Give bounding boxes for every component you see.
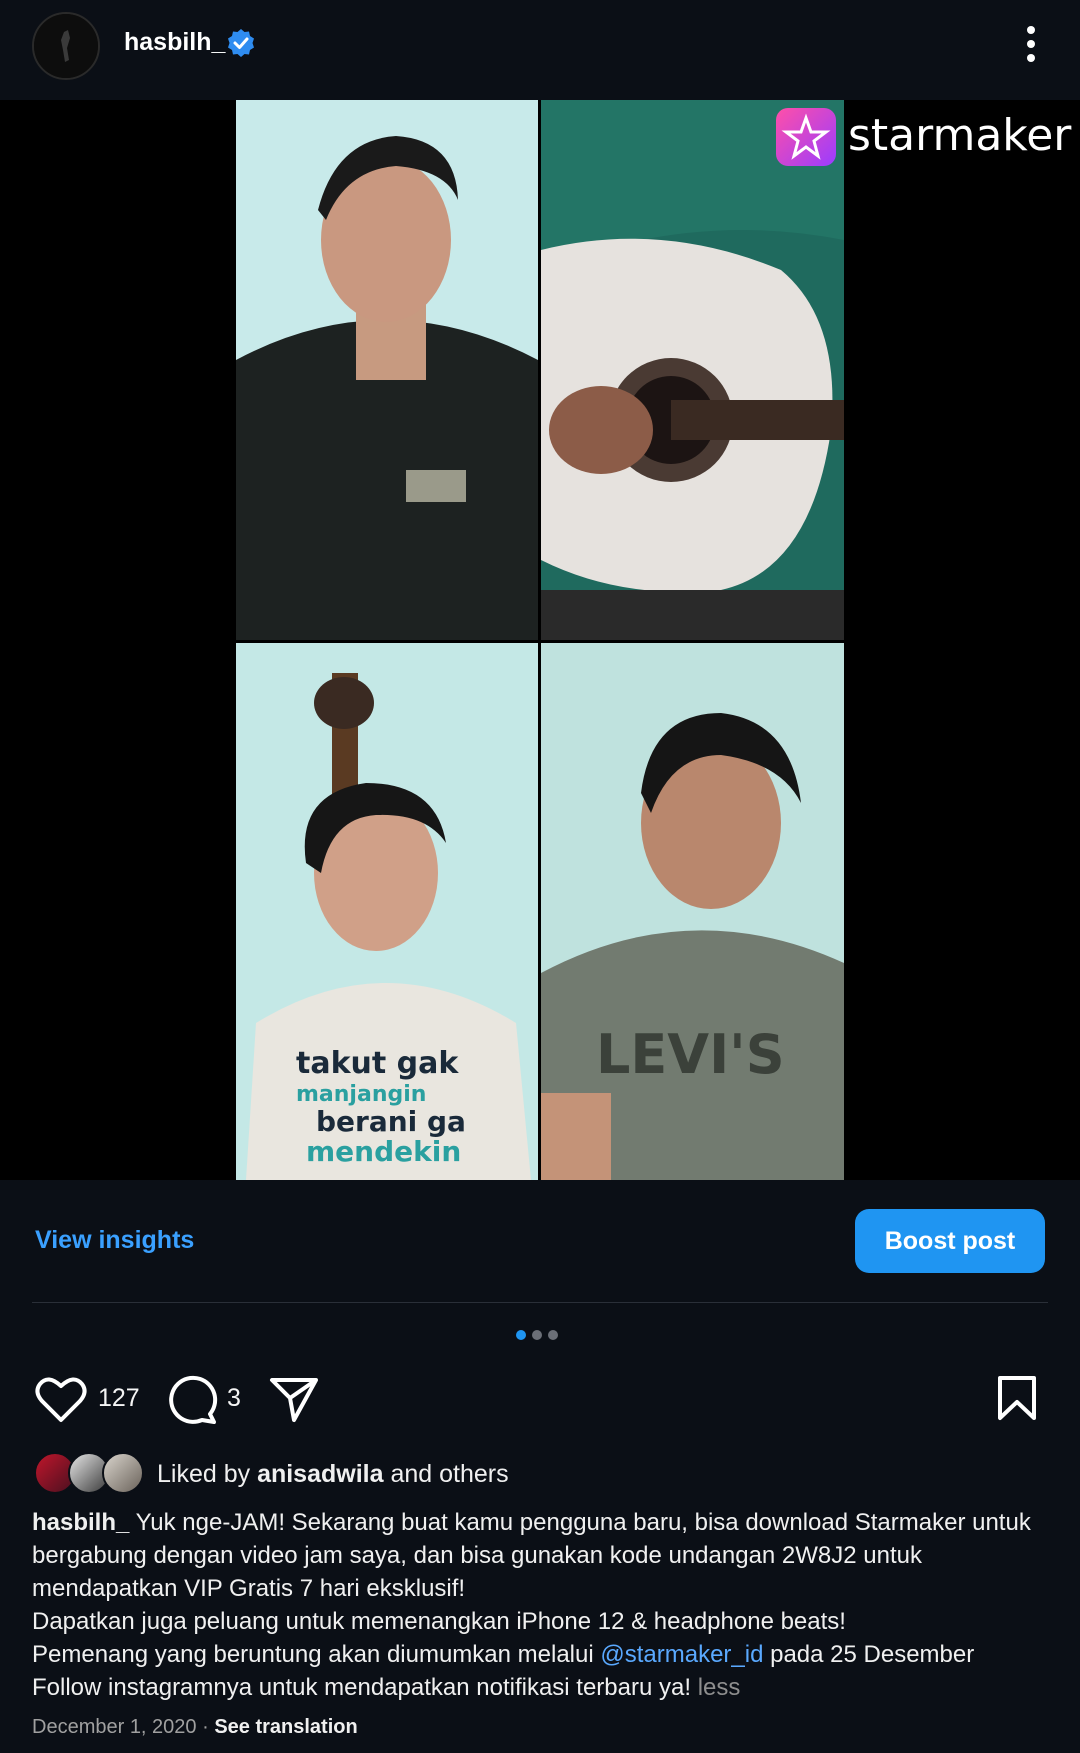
liked-by-user[interactable]: anisadwila [257,1460,383,1488]
video-tile-top-right [541,100,844,640]
heart-icon[interactable] [34,1374,88,1424]
starmaker-logo-icon [776,108,836,166]
video-tile-bottom-left: takut gak manjangin berani ga mendekin [236,643,538,1180]
boost-post-button[interactable]: Boost post [855,1209,1045,1273]
post-date: December 1, 2020 [32,1716,197,1738]
video-tile-bottom-right: LEVI'S [541,643,844,1180]
username[interactable]: hasbilh_ [124,28,225,57]
view-insights-link[interactable]: View insights [35,1226,194,1255]
post-media[interactable]: takut gak manjangin berani ga mendekin L… [0,100,1080,1180]
starmaker-watermark: starmaker [848,110,1072,161]
liked-by-row[interactable]: Liked by anisadwila and others [0,1450,1080,1496]
action-bar: 127 3 [0,1370,1080,1430]
bookmark-icon[interactable] [996,1374,1038,1422]
post-caption: hasbilh_ Yuk nge-JAM! Sekarang buat kamu… [32,1509,1031,1701]
caption-text: Yuk nge-JAM! Sekarang buat kamu pengguna… [32,1509,1031,1602]
caption-text: Follow instagramnya untuk mendapatkan no… [32,1674,698,1701]
insights-row: View insights Boost post [0,1180,1080,1300]
share-icon[interactable] [268,1374,320,1424]
divider [32,1302,1048,1303]
video-tile-top-left [236,100,538,640]
see-translation-link[interactable]: See translation [214,1716,357,1738]
caption-username[interactable]: hasbilh_ [32,1509,129,1536]
less-toggle[interactable]: less [698,1674,741,1701]
post-meta: December 1, 2020 · See translation [32,1716,358,1738]
svg-text:berani ga: berani ga [316,1105,466,1138]
comment-icon[interactable] [164,1372,220,1426]
caption-text: Pemenang yang beruntung akan diumumkan m… [32,1641,601,1668]
carousel-indicator [516,1330,558,1340]
carousel-dot [548,1330,558,1340]
carousel-dot [532,1330,542,1340]
carousel-dot-active [516,1330,526,1340]
svg-text:manjangin: manjangin [296,1082,426,1107]
profile-avatar[interactable] [32,12,100,80]
svg-text:mendekin: mendekin [306,1135,461,1168]
post-header: hasbilh_ [0,0,1080,100]
caption-text: Dapatkan juga peluang untuk memenangkan … [32,1608,846,1635]
comment-count[interactable]: 3 [227,1384,241,1413]
liked-by-text: Liked by anisadwila and others [157,1460,509,1488]
more-vertical-icon[interactable] [1016,22,1046,66]
svg-text:takut gak: takut gak [296,1046,459,1081]
like-count[interactable]: 127 [98,1384,140,1413]
liker-avatar [102,1452,144,1494]
verified-badge-icon [228,29,254,57]
svg-text:LEVI'S: LEVI'S [596,1023,785,1086]
mention-link[interactable]: @starmaker_id [600,1641,763,1668]
